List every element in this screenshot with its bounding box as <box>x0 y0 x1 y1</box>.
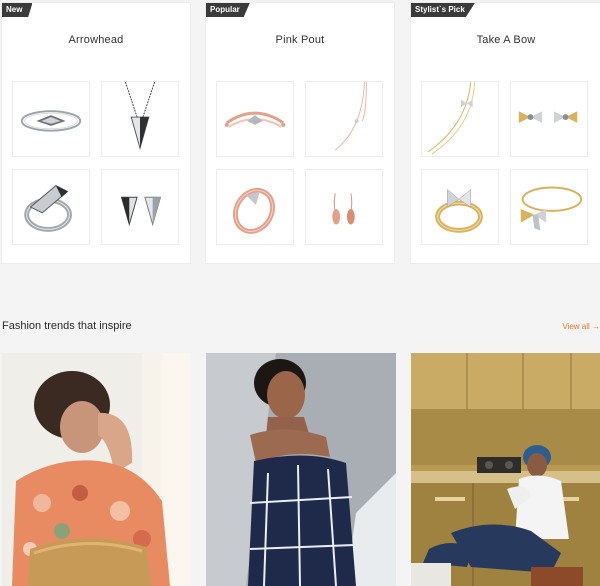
bow-bangle-image <box>520 186 583 231</box>
badge-popular: Popular <box>206 3 250 17</box>
ring-image <box>24 184 72 232</box>
product-necklace[interactable] <box>101 81 179 157</box>
bow-earrings-image <box>518 111 578 123</box>
collection-card-take-a-bow[interactable]: Stylist`s Pick Take A Bow <box>410 2 600 264</box>
product-bow-ring[interactable] <box>421 169 499 245</box>
product-bow-earrings[interactable] <box>510 81 588 157</box>
trend-photo-image <box>206 353 396 586</box>
trend-photo-image <box>411 353 600 586</box>
trend-photo-image <box>2 353 190 586</box>
product-bracelet[interactable] <box>12 81 90 157</box>
badge-new: New <box>2 3 33 17</box>
trend-photo-1[interactable] <box>2 353 190 586</box>
collections-section: New Arrowhead Popular Pink Pout Stylist`… <box>0 0 600 266</box>
product-chain-necklace[interactable] <box>305 81 383 157</box>
rose-ring-image <box>233 187 276 234</box>
necklace-image <box>124 82 156 151</box>
collection-title[interactable]: Arrowhead <box>2 34 190 46</box>
bow-ring-image <box>435 188 483 233</box>
bow-necklace-image <box>427 82 476 155</box>
collection-card-pink-pout[interactable]: Popular Pink Pout <box>205 2 395 264</box>
product-rose-ring[interactable] <box>216 169 294 245</box>
badge-stylists-pick: Stylist`s Pick <box>411 3 475 17</box>
chain-necklace-image <box>334 82 367 151</box>
product-bow-bangle[interactable] <box>510 169 588 245</box>
trend-photo-2[interactable] <box>206 353 396 586</box>
trend-photo-3[interactable] <box>411 353 600 586</box>
earrings-image <box>120 196 162 227</box>
cuff-bracelet-image <box>224 111 286 128</box>
collection-card-arrowhead[interactable]: New Arrowhead <box>1 2 191 264</box>
product-cuff-bracelet[interactable] <box>216 81 294 157</box>
section-title-fashion-trends: Fashion trends that inspire <box>2 320 132 332</box>
collection-title[interactable]: Take A Bow <box>411 34 600 46</box>
product-bow-necklace[interactable] <box>421 81 499 157</box>
bracelet-image <box>20 110 82 132</box>
drop-earrings-image <box>332 193 355 225</box>
product-ring[interactable] <box>12 169 90 245</box>
collection-title[interactable]: Pink Pout <box>206 34 394 46</box>
product-drop-earrings[interactable] <box>305 169 383 245</box>
view-all-link[interactable]: View all → <box>562 322 600 331</box>
product-earrings[interactable] <box>101 169 179 245</box>
